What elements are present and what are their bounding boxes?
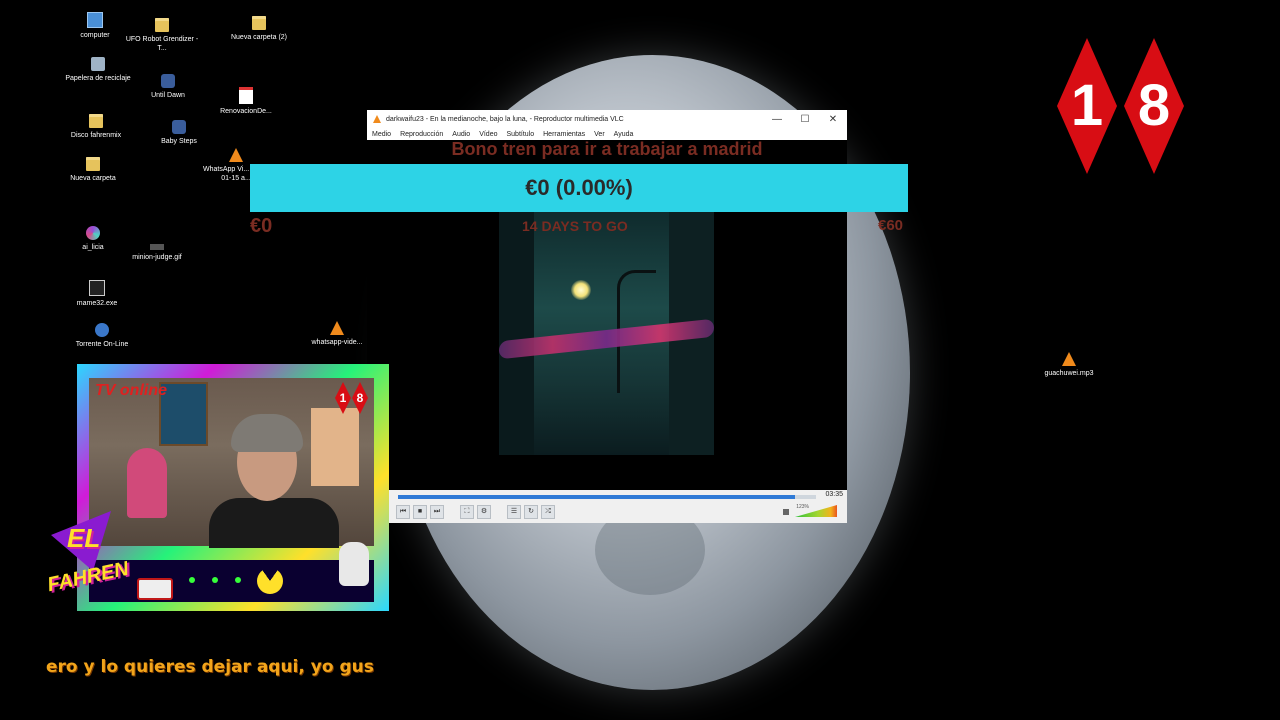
folder-icon — [155, 18, 169, 32]
control-gap — [447, 505, 457, 519]
menu-subtitulo[interactable]: Subtítulo — [506, 131, 534, 138]
speaker-icon[interactable] — [783, 509, 789, 515]
vlc-file-icon — [1062, 352, 1076, 366]
webcam-overlay: TV online 1 8 EL FAHREN — [46, 364, 389, 611]
age-badge-digit-1: 1 — [1057, 38, 1117, 174]
window-title: darkwaifu23 - En la medianoche, bajo la … — [386, 115, 624, 123]
mini-age-badge: 1 8 — [335, 382, 368, 414]
menu-herramientas[interactable]: Herramientas — [543, 131, 585, 138]
desktop-icon-minion-judge[interactable]: minion-judge.gif — [119, 236, 195, 262]
cover-lamp — [571, 280, 591, 300]
age-digit: 8 — [1137, 73, 1171, 138]
game-icon — [161, 74, 175, 88]
menu-ayuda[interactable]: Ayuda — [614, 131, 634, 138]
desktop-icon-torrente[interactable]: Torrente On-Line — [64, 323, 140, 349]
folder-icon — [89, 114, 103, 128]
menu-video[interactable]: Vídeo — [479, 131, 497, 138]
extended-settings-button[interactable]: ⚙ — [477, 505, 491, 519]
vlc-file-icon — [330, 321, 344, 335]
goal-days-left: 14 DAYS TO GO — [522, 218, 628, 234]
tv-online-logo: TV online — [95, 382, 167, 399]
menu-ver[interactable]: Ver — [594, 131, 605, 138]
streamer-hair — [231, 414, 303, 452]
pacman-dot — [212, 577, 218, 583]
desktop-icon-nueva-carpeta[interactable]: Nueva carpeta — [55, 157, 131, 183]
desktop-icon-until-dawn[interactable]: Until Dawn — [130, 74, 206, 100]
desktop-icon-renovacion[interactable]: RenovacionDe... — [208, 87, 284, 116]
torrent-icon — [95, 323, 109, 337]
minimize-button[interactable]: — — [763, 114, 791, 125]
pdf-icon — [239, 87, 253, 104]
goal-title: Bono tren para ir a trabajar a madrid — [451, 139, 763, 159]
desktop-icon-nueva-carpeta-2[interactable]: Nueva carpeta (2) — [221, 16, 297, 42]
time-readout: 03:35 — [825, 491, 843, 498]
goal-min-label: €0 — [250, 215, 273, 237]
vlc-controls: 03:35 ⏮ ■ ⏭ ⛶ ⚙ ☰ ↻ ⤮ 123% — [388, 490, 847, 523]
logo-el-text: EL — [67, 523, 101, 553]
next-button[interactable]: ⏭ — [430, 505, 444, 519]
vlc-titlebar[interactable]: darkwaifu23 - En la medianoche, bajo la … — [367, 110, 847, 128]
album-cover-art — [499, 210, 714, 455]
vlc-cone-icon — [373, 115, 381, 123]
seek-bar[interactable] — [398, 495, 816, 499]
goal-progress-label: €0 (0.00%) — [525, 175, 633, 200]
folder-icon — [252, 16, 266, 30]
desktop-icon-mame32[interactable]: mame32.exe — [59, 280, 135, 308]
vlc-file-icon — [229, 148, 243, 162]
streamer-body — [209, 498, 339, 548]
desktop-icon-guachuwei[interactable]: guachuwei.mp3 — [1031, 352, 1107, 378]
menu-medio[interactable]: Medio — [372, 131, 391, 138]
pacman-icon — [257, 568, 283, 594]
wall-poster-goonies — [311, 408, 359, 486]
stop-button[interactable]: ■ — [413, 505, 427, 519]
maximize-button[interactable]: ☐ — [791, 114, 819, 125]
previous-button[interactable]: ⏮ — [396, 505, 410, 519]
menu-audio[interactable]: Audio — [452, 131, 470, 138]
mini-age-digit: 1 — [335, 382, 351, 414]
cover-wall-left — [499, 210, 534, 455]
menu-reproduccion[interactable]: Reproducción — [400, 131, 443, 138]
loop-button[interactable]: ↻ — [524, 505, 538, 519]
shuffle-button[interactable]: ⤮ — [541, 505, 555, 519]
gif-icon — [150, 244, 164, 250]
age-badge-digit-8: 8 — [1124, 38, 1184, 174]
recycle-bin-icon — [91, 57, 105, 71]
desktop-icon-baby-steps[interactable]: Baby Steps — [141, 120, 217, 146]
folder-icon — [86, 157, 100, 171]
exe-icon — [89, 280, 105, 296]
desktop-icon-computer[interactable]: computer — [57, 12, 133, 40]
pacman-dot — [235, 577, 241, 583]
desktop-icon-disco-fahrenmix[interactable]: Disco fahrenmix — [58, 114, 134, 140]
desktop-icon-ufo-robot[interactable]: UFO Robot Grendizer - T... — [124, 18, 200, 53]
game-icon — [172, 120, 186, 134]
app-icon — [86, 226, 100, 240]
pacman-dots — [189, 577, 241, 583]
pacman-dot — [189, 577, 195, 583]
goal-max-label: €60 — [878, 217, 904, 234]
age-digit: 1 — [1070, 73, 1104, 138]
computer-icon — [87, 12, 103, 28]
el-fahren-logo: EL FAHREN — [45, 511, 155, 611]
desktop-icon-recycle-bin[interactable]: Papelera de reciclaje — [60, 57, 136, 83]
volume-percent: 123% — [796, 504, 809, 510]
fullscreen-button[interactable]: ⛶ — [460, 505, 474, 519]
astronaut-icon — [339, 542, 369, 586]
mini-age-digit: 8 — [352, 382, 368, 414]
chat-ticker: ero y lo quieres dejar aqui, yo gus — [46, 657, 374, 677]
playlist-button[interactable]: ☰ — [507, 505, 521, 519]
close-button[interactable]: ✕ — [819, 114, 847, 125]
clown-figure — [127, 448, 167, 518]
seek-bar-fill — [398, 495, 796, 499]
desktop-icon-whatsapp-vide[interactable]: whatsapp-vide... — [299, 321, 375, 347]
control-buttons: ⏮ ■ ⏭ ⛶ ⚙ ☰ ↻ ⤮ — [396, 505, 555, 519]
control-gap — [494, 505, 504, 519]
